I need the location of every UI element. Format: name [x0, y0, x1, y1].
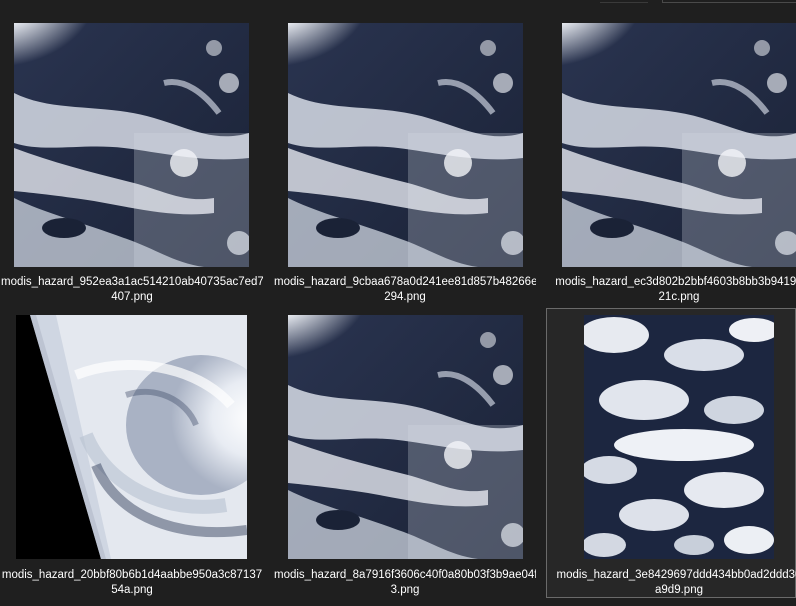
- image-thumbnail: [16, 315, 247, 559]
- search-box-remnant[interactable]: [662, 0, 796, 3]
- image-thumbnail: [584, 315, 774, 559]
- file-name-label: modis_hazard_9cbaa678a0d241ee81d857b4826…: [274, 276, 536, 303]
- toolbar-remnant: [600, 0, 648, 3]
- file-name-label: modis_hazard_20bbf80b6b1d4aabbe950a3c871…: [1, 569, 263, 596]
- file-tile[interactable]: modis_hazard_9cbaa678a0d241ee81d857b4826…: [273, 14, 537, 304]
- image-thumbnail: [288, 315, 523, 559]
- file-name-label: modis_hazard_ec3d802b2bbf4603b8bb3b9419b…: [555, 276, 796, 303]
- file-name-label: modis_hazard_3e8429697ddd434bb0ad2ddd30 …: [556, 569, 796, 596]
- image-thumbnail: [14, 23, 249, 267]
- file-name-label: modis_hazard_8a7916f3606c40f0a80b03f3b9a…: [274, 569, 536, 596]
- file-tile[interactable]: modis_hazard_ec3d802b2bbf4603b8bb3b9419b…: [546, 14, 796, 304]
- image-thumbnail: [288, 23, 523, 267]
- file-explorer-content: modis_hazard_952ea3a1ac514210ab40735ac7e…: [0, 0, 796, 606]
- file-tile[interactable]: modis_hazard_952ea3a1ac514210ab40735ac7e…: [0, 14, 264, 304]
- image-thumbnail: [562, 23, 796, 267]
- file-tile[interactable]: modis_hazard_8a7916f3606c40f0a80b03f3b9a…: [273, 308, 537, 598]
- file-tile-selected[interactable]: modis_hazard_3e8429697ddd434bb0ad2ddd30 …: [546, 308, 796, 598]
- file-tile[interactable]: modis_hazard_20bbf80b6b1d4aabbe950a3c871…: [0, 308, 264, 598]
- file-name-label: modis_hazard_952ea3a1ac514210ab40735ac7e…: [1, 276, 263, 303]
